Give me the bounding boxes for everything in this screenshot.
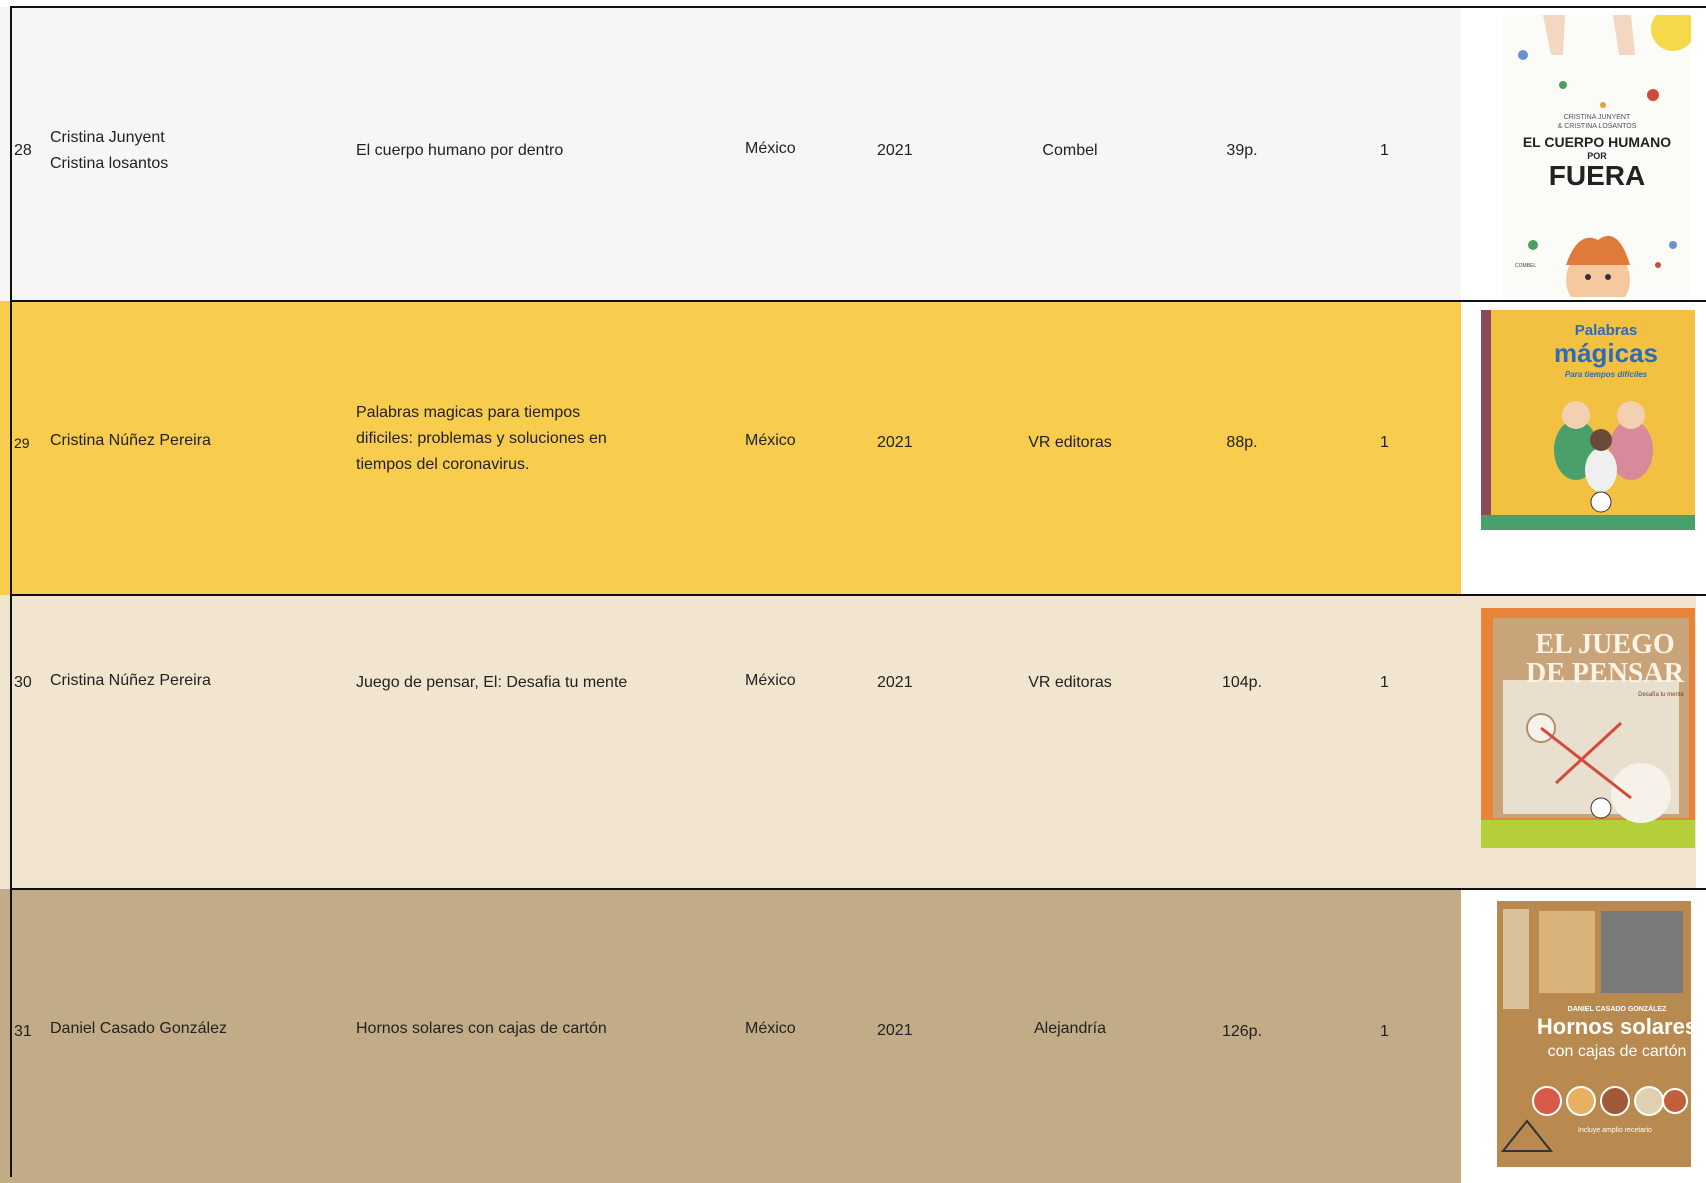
pages: 88p. — [1226, 434, 1258, 451]
cover-subtitle: Desafía tu mente — [1638, 692, 1684, 698]
cover-illustration: CRISTINA JUNYENT & CRISTINA LOSANTOS EL … — [1503, 15, 1691, 297]
table-row: Palabras mágicas Para tiempos difíciles … — [0, 301, 1696, 595]
pages: 126p. — [1221, 1023, 1263, 1040]
country: México — [745, 432, 796, 449]
row-number: 28 — [14, 142, 32, 159]
book-title: Hornos solares con cajas de cartón — [356, 1020, 607, 1037]
book-title: El cuerpo humano por dentro — [356, 142, 564, 159]
cover-publisher: COMBEL — [1515, 263, 1536, 269]
table-left-border — [10, 7, 12, 1177]
copies: 1 — [1380, 142, 1389, 159]
author: Cristina Núñez Pereira — [50, 432, 211, 449]
row-divider — [10, 594, 1706, 596]
copies: 1 — [1380, 674, 1389, 691]
cover-note: Incluye amplio recetario — [1578, 1127, 1652, 1134]
cover-illustration: EL JUEGO DE PENSAR Desafía tu mente — [1481, 608, 1695, 848]
cover-title-1: EL JUEGO — [1535, 629, 1674, 660]
cover-cell: Palabras mágicas Para tiempos difíciles — [1461, 301, 1696, 595]
cover-cell: EL JUEGO DE PENSAR Desafía tu mente — [1461, 595, 1696, 889]
row-background — [0, 595, 1461, 889]
year: 2021 — [877, 1022, 913, 1039]
row-divider — [10, 300, 1706, 302]
book-cover-image: Palabras mágicas Para tiempos difíciles — [1481, 310, 1695, 530]
author: Daniel Casado González — [50, 1020, 227, 1037]
country: México — [745, 140, 796, 157]
country: México — [745, 1020, 796, 1037]
publisher: VR editoras — [1028, 674, 1112, 691]
year: 2021 — [877, 434, 913, 451]
cover-subtitle: Para tiempos difíciles — [1565, 370, 1648, 379]
table-row: EL JUEGO DE PENSAR Desafía tu mente 30 C… — [0, 595, 1696, 889]
publisher: Combel — [1042, 142, 1098, 159]
row-number: 30 — [14, 674, 32, 691]
title-line: Palabras magicas para tiempos — [356, 404, 581, 421]
row-number: 31 — [14, 1023, 32, 1040]
cover-cell: DANIEL CASADO GONZÁLEZ Hornos solares co… — [1461, 889, 1696, 1183]
country: México — [745, 672, 796, 689]
publisher: Alejandría — [1033, 1020, 1107, 1037]
cover-author-1: CRISTINA JUNYENT — [1564, 114, 1631, 121]
author: Cristina Núñez Pereira — [50, 672, 211, 689]
cover-title-2: con cajas de cartón — [1548, 1043, 1687, 1060]
cover-title-3: FUERA — [1549, 160, 1645, 191]
cover-title-1: Palabras — [1575, 322, 1638, 339]
pages: 104p. — [1221, 674, 1263, 691]
table-row: CRISTINA JUNYENT & CRISTINA LOSANTOS EL … — [0, 7, 1696, 301]
row-divider — [10, 888, 1706, 890]
cover-illustration: Palabras mágicas Para tiempos difíciles — [1481, 310, 1695, 530]
year: 2021 — [877, 142, 913, 159]
copies: 1 — [1380, 1023, 1389, 1040]
cover-author-2: & CRISTINA LOSANTOS — [1558, 123, 1637, 130]
title-line: dificiles: problemas y soluciones en — [356, 430, 607, 447]
row-number: 29 — [14, 435, 30, 451]
cover-cell: CRISTINA JUNYENT & CRISTINA LOSANTOS EL … — [1461, 7, 1696, 301]
book-cover-image: EL JUEGO DE PENSAR Desafía tu mente — [1481, 608, 1695, 848]
book-cover-image: CRISTINA JUNYENT & CRISTINA LOSANTOS EL … — [1503, 15, 1691, 297]
cover-illustration: DANIEL CASADO GONZÁLEZ Hornos solares co… — [1497, 901, 1691, 1167]
author-line: Cristina Junyent — [50, 129, 165, 146]
year: 2021 — [877, 674, 913, 691]
author: Cristina Junyent Cristina losantos — [50, 125, 340, 177]
cover-title-1: EL CUERPO HUMANO — [1523, 134, 1671, 150]
publisher: VR editoras — [1028, 434, 1112, 451]
row-divider — [10, 6, 1706, 8]
copies: 1 — [1380, 434, 1389, 451]
cover-title-1: Hornos solares — [1537, 1014, 1691, 1039]
table-row: DANIEL CASADO GONZÁLEZ Hornos solares co… — [0, 889, 1696, 1183]
pages: 39p. — [1226, 142, 1258, 159]
book-title: Palabras magicas para tiempos dificiles:… — [356, 400, 656, 478]
cover-author: DANIEL CASADO GONZÁLEZ — [1568, 1004, 1667, 1013]
title-line: tiempos del coronavirus. — [356, 456, 530, 473]
author-line: Cristina losantos — [50, 155, 169, 172]
book-cover-image: DANIEL CASADO GONZÁLEZ Hornos solares co… — [1497, 901, 1691, 1167]
book-title: Juego de pensar, El: Desafia tu mente — [356, 674, 628, 691]
cover-title-2: mágicas — [1554, 338, 1658, 368]
cover-title-2: DE PENSAR — [1526, 658, 1685, 689]
